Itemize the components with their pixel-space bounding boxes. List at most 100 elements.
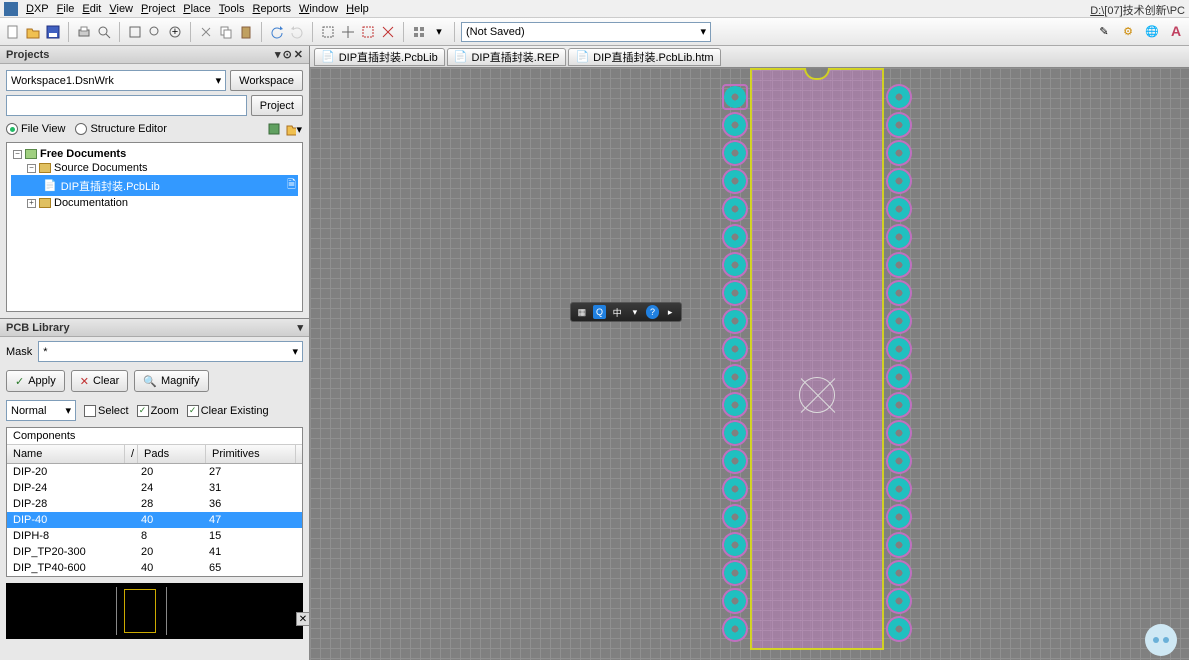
magnify-button[interactable]: 🔍Magnify: [134, 370, 208, 392]
menu-edit[interactable]: Edit: [82, 3, 101, 15]
pcb-pad[interactable]: [724, 338, 746, 360]
clear-sel-icon[interactable]: [379, 23, 397, 41]
table-row[interactable]: DIP-282836: [7, 496, 302, 512]
pcb-pad[interactable]: [724, 366, 746, 388]
pcb-pad[interactable]: [888, 450, 910, 472]
menu-view[interactable]: View: [109, 3, 133, 15]
pcb-pad[interactable]: [724, 450, 746, 472]
pcb-pad[interactable]: [888, 394, 910, 416]
ime-more-icon[interactable]: ▸: [663, 305, 677, 319]
apply-button[interactable]: ✓Apply: [6, 370, 65, 392]
workspace-combo[interactable]: Workspace1.DsnWrk ▾: [6, 70, 226, 91]
pcb-pad[interactable]: [888, 506, 910, 528]
panel-menu-icon[interactable]: ▾: [297, 321, 303, 334]
options-icon[interactable]: ▾: [285, 120, 303, 138]
pcb-pad[interactable]: [888, 226, 910, 248]
pcb-pad[interactable]: [888, 366, 910, 388]
tree-source-docs[interactable]: − Source Documents: [11, 161, 298, 175]
project-field[interactable]: [6, 95, 247, 116]
menu-help[interactable]: Help: [346, 3, 369, 15]
menu-place[interactable]: Place: [183, 3, 211, 15]
pcb-pad[interactable]: [724, 170, 746, 192]
table-row[interactable]: DIPH-8815: [7, 528, 302, 544]
zoom-area-icon[interactable]: [146, 23, 164, 41]
deselect-icon[interactable]: [359, 23, 377, 41]
pcb-pad[interactable]: [888, 114, 910, 136]
panel-close-icon[interactable]: ✕: [294, 48, 303, 61]
cut-icon[interactable]: [197, 23, 215, 41]
save-icon[interactable]: [44, 23, 62, 41]
pcb-pad[interactable]: [724, 394, 746, 416]
ime-drop-icon[interactable]: ▾: [628, 305, 642, 319]
pcb-canvas[interactable]: ▦ Q 中 ▾ ? ▸: [310, 68, 1189, 660]
table-row[interactable]: DIP_TP40-6004065: [7, 560, 302, 576]
clear-existing-check[interactable]: ✓Clear Existing: [187, 405, 269, 417]
tree-file-selected[interactable]: 📄 DIP直插封装.PcbLib 🗎: [11, 175, 298, 196]
redo-icon[interactable]: [288, 23, 306, 41]
select-rect-icon[interactable]: [319, 23, 337, 41]
zoom-fit-icon[interactable]: [126, 23, 144, 41]
menu-file[interactable]: File: [57, 3, 75, 15]
normal-combo[interactable]: Normal▾: [6, 400, 76, 421]
font-icon[interactable]: A: [1167, 22, 1185, 40]
sort-icon[interactable]: /: [125, 445, 138, 463]
tab-pcblib[interactable]: 📄DIP直插封装.PcbLib: [314, 48, 445, 66]
panel-pin-icon[interactable]: ⊙: [283, 48, 292, 61]
pcb-pad[interactable]: [724, 198, 746, 220]
col-name[interactable]: Name: [7, 445, 125, 463]
undo-icon[interactable]: [268, 23, 286, 41]
pcb-pad[interactable]: [724, 478, 746, 500]
table-row[interactable]: DIP_TP20-3002041: [7, 544, 302, 560]
collapse-icon[interactable]: −: [13, 150, 22, 159]
zoom-selected-icon[interactable]: +: [166, 23, 184, 41]
ime-toolbar[interactable]: ▦ Q 中 ▾ ? ▸: [570, 302, 682, 322]
menu-reports[interactable]: Reports: [252, 3, 291, 15]
copy-icon[interactable]: [217, 23, 235, 41]
pcb-pad[interactable]: [888, 618, 910, 640]
collapse-icon[interactable]: −: [27, 164, 36, 173]
pcb-pad[interactable]: [888, 310, 910, 332]
browse-icon[interactable]: ▾: [430, 23, 448, 41]
project-button[interactable]: Project: [251, 95, 303, 116]
pcb-pad[interactable]: [888, 534, 910, 556]
ime-help-icon[interactable]: ?: [646, 305, 660, 319]
table-row[interactable]: DIP-202027: [7, 464, 302, 480]
ime-lang[interactable]: 中: [610, 305, 624, 319]
pcb-pad[interactable]: [888, 422, 910, 444]
print-icon[interactable]: [75, 23, 93, 41]
menu-dxp[interactable]: DXP: [26, 3, 49, 15]
move-icon[interactable]: [339, 23, 357, 41]
chip-outline[interactable]: [750, 68, 884, 650]
expand-icon[interactable]: +: [27, 199, 36, 208]
clear-button[interactable]: ✕Clear: [71, 370, 129, 392]
pcb-pad[interactable]: [888, 254, 910, 276]
mask-combo[interactable]: * ▾: [38, 341, 303, 362]
panel-menu-icon[interactable]: ▾: [275, 48, 281, 61]
pencil-icon[interactable]: ✎: [1095, 22, 1113, 40]
compile-icon[interactable]: [265, 120, 283, 138]
open-icon[interactable]: [24, 23, 42, 41]
tab-rep[interactable]: 📄DIP直插封装.REP: [447, 48, 567, 66]
pcb-pad[interactable]: [888, 170, 910, 192]
menu-window[interactable]: Window: [299, 3, 338, 15]
paste-icon[interactable]: [237, 23, 255, 41]
pcb-pad[interactable]: [888, 86, 910, 108]
select-check[interactable]: Select: [84, 405, 129, 417]
pcb-pad[interactable]: [724, 506, 746, 528]
tree-root[interactable]: − Free Documents: [11, 147, 298, 161]
pcb-pad[interactable]: [724, 310, 746, 332]
pcb-pad[interactable]: [724, 534, 746, 556]
assistant-button[interactable]: [1145, 624, 1177, 656]
pcb-pad[interactable]: [724, 422, 746, 444]
pcb-pad[interactable]: [888, 338, 910, 360]
pcb-pad[interactable]: [888, 590, 910, 612]
pcb-pad[interactable]: [724, 590, 746, 612]
pcb-pad[interactable]: [888, 198, 910, 220]
col-pads[interactable]: Pads: [138, 445, 206, 463]
pcb-pad[interactable]: [888, 478, 910, 500]
table-row[interactable]: DIP-242431: [7, 480, 302, 496]
project-tree[interactable]: − Free Documents − Source Documents 📄 DI…: [6, 142, 303, 312]
new-icon[interactable]: [4, 23, 22, 41]
panel-collapse-icon[interactable]: ✕: [296, 612, 310, 626]
structure-radio[interactable]: Structure Editor: [75, 123, 166, 135]
